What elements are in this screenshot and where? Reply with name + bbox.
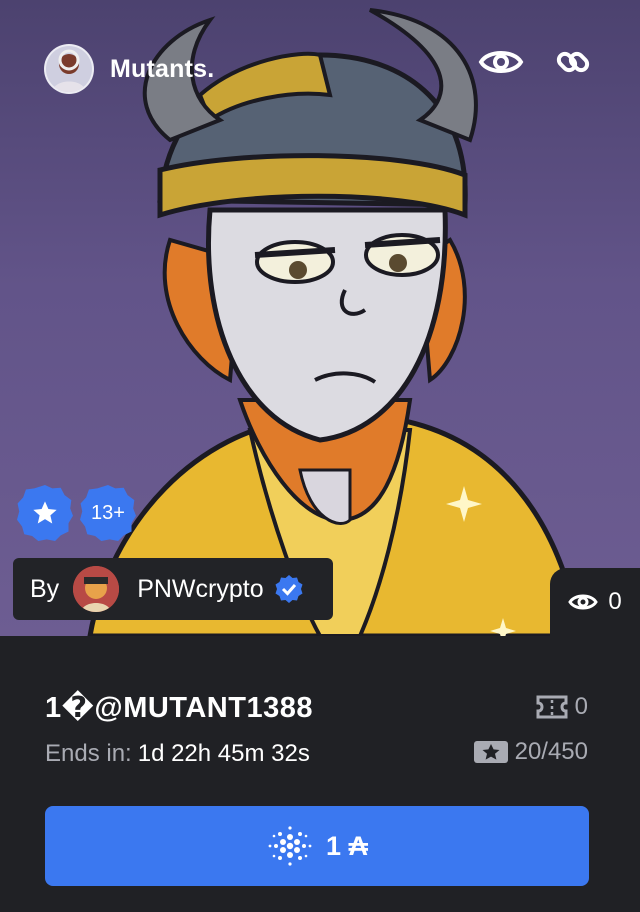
verified-icon bbox=[275, 575, 303, 603]
cardano-icon bbox=[268, 826, 312, 866]
buy-price: 1 ₳ bbox=[325, 830, 369, 861]
ends-in-label: Ends in: bbox=[45, 740, 132, 767]
share-link-button[interactable] bbox=[548, 40, 598, 84]
star-icon bbox=[33, 501, 57, 524]
tickets-count: 0 bbox=[574, 693, 588, 720]
ticket-icon bbox=[536, 695, 568, 719]
age-rating-label: 13+ bbox=[91, 501, 125, 524]
editions-count: 20/450 bbox=[514, 738, 588, 765]
tickets-stat: 0 bbox=[535, 693, 588, 721]
views-count: 0 bbox=[608, 588, 622, 615]
ends-in-value: 1d 22h 45m 32s bbox=[137, 740, 310, 767]
watch-button[interactable] bbox=[476, 40, 526, 84]
editions-stat: 20/450 bbox=[473, 738, 588, 766]
link-icon bbox=[556, 51, 590, 73]
creator-avatar bbox=[73, 566, 120, 612]
auction-timer: Ends in: 1d 22h 45m 32s bbox=[45, 740, 310, 768]
buy-button[interactable]: 1 ₳ bbox=[45, 806, 589, 886]
mutant-ape-illustration bbox=[87, 8, 583, 636]
edition-icon bbox=[473, 741, 508, 763]
creator-pill[interactable]: By PNWcrypto bbox=[13, 558, 333, 620]
eye-icon bbox=[478, 51, 524, 73]
nft-artwork[interactable]: Mutants. 13+ By PNWcrypto bbox=[0, 0, 640, 636]
views-counter: 0 bbox=[550, 568, 640, 636]
collection-name: Mutants. bbox=[110, 54, 215, 83]
collection-avatar bbox=[44, 44, 94, 94]
eye-icon bbox=[568, 594, 599, 610]
listing-title: 1�@MUTANT1388 bbox=[45, 692, 313, 724]
by-label: By bbox=[30, 574, 60, 603]
collection-header[interactable]: Mutants. bbox=[44, 44, 214, 94]
creator-name: PNWcrypto bbox=[137, 574, 264, 603]
